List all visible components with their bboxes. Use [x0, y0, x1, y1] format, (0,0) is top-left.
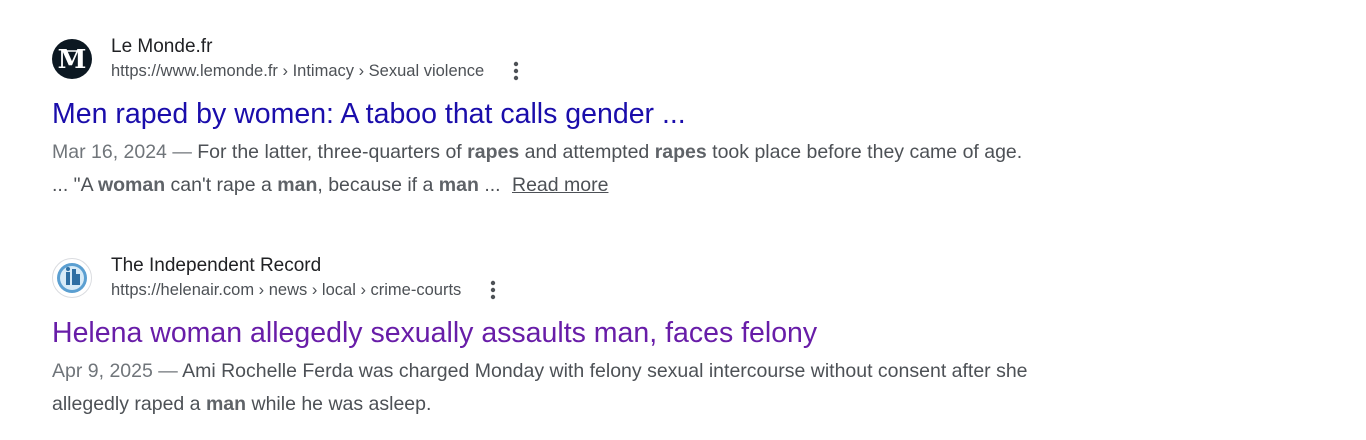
snippet-highlight: man: [277, 174, 318, 196]
result-date: Apr 9, 2025: [52, 360, 153, 382]
result-date: Mar 16, 2024: [52, 141, 167, 163]
snippet-text: can't rape a: [165, 174, 278, 196]
url-line: https://www.lemonde.fr › Intimacy › Sexu…: [111, 59, 526, 83]
result-source[interactable]: M Le Monde.fr https://www.lemonde.fr › I…: [52, 34, 1032, 84]
date-separator: —: [152, 360, 183, 382]
snippet-highlight: rapes: [654, 141, 707, 163]
source-text: Le Monde.fr https://www.lemonde.fr › Int…: [111, 35, 526, 83]
more-options-icon[interactable]: [506, 59, 526, 83]
result-title-link[interactable]: Helena woman allegedly sexually assaults…: [52, 315, 1032, 351]
svg-text:M: M: [58, 45, 87, 75]
result-snippet: Mar 16, 2024 — For the latter, three-qua…: [52, 136, 1032, 202]
site-name: The Independent Record: [111, 255, 322, 276]
snippet-text: and attempted: [519, 141, 655, 163]
date-separator: —: [166, 141, 198, 163]
snippet-text: For the latter, three-quarters of: [197, 141, 468, 163]
snippet-text: while he was asleep.: [246, 393, 432, 415]
search-result: M Le Monde.fr https://www.lemonde.fr › I…: [52, 34, 1032, 202]
more-options-icon[interactable]: [483, 278, 503, 302]
url-line: https://helenair.com › news › local › cr…: [111, 278, 503, 302]
independent-record-logo-icon: [52, 258, 92, 298]
read-more-link[interactable]: Read more: [512, 174, 608, 196]
result-url: https://helenair.com › news › local › cr…: [111, 281, 462, 299]
search-result: The Independent Record https://helenair.…: [52, 253, 1032, 421]
snippet-text: , because if a: [317, 174, 439, 196]
snippet-highlight: rapes: [467, 141, 520, 163]
result-source[interactable]: The Independent Record https://helenair.…: [52, 253, 1032, 303]
result-title-link[interactable]: Men raped by women: A taboo that calls g…: [52, 96, 1032, 132]
snippet-body: Ami Rochelle Ferda was charged Monday wi…: [52, 360, 1028, 415]
source-text: The Independent Record https://helenair.…: [111, 254, 503, 302]
snippet-highlight: man: [438, 174, 479, 196]
snippet-text: ...: [478, 174, 506, 196]
snippet-highlight: man: [205, 393, 247, 415]
site-name: Le Monde.fr: [111, 36, 213, 57]
snippet-text: Ami Rochelle Ferda was charged Monday wi…: [52, 360, 1028, 415]
le-monde-logo-icon: M: [52, 39, 92, 79]
result-snippet: Apr 9, 2025 — Ami Rochelle Ferda was cha…: [52, 355, 1032, 421]
result-url: https://www.lemonde.fr › Intimacy › Sexu…: [111, 62, 485, 80]
snippet-highlight: woman: [97, 174, 166, 196]
